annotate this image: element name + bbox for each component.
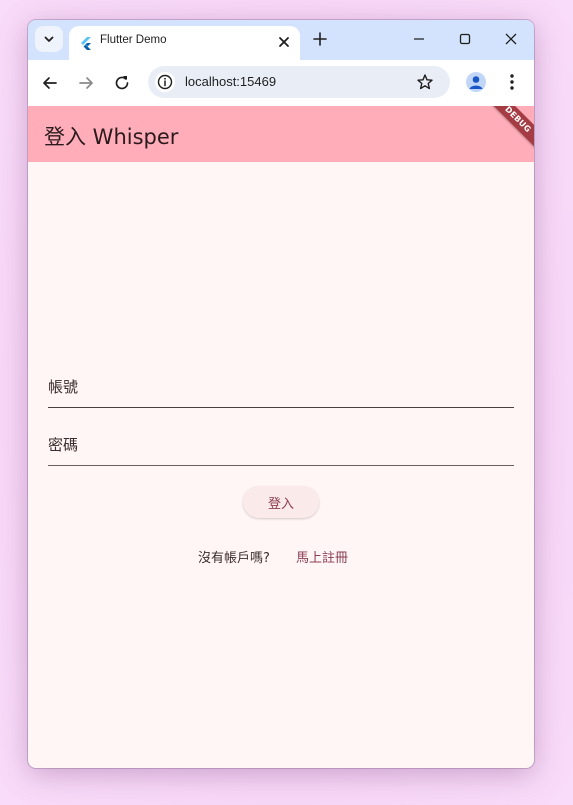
tab-flutter-demo[interactable]: Flutter Demo (69, 26, 300, 60)
tab-search-button[interactable] (35, 26, 63, 52)
close-tab-icon[interactable] (276, 34, 292, 50)
username-label: 帳號 (48, 378, 79, 396)
profile-avatar[interactable] (466, 72, 486, 92)
back-arrow-icon[interactable] (40, 73, 60, 93)
person-icon (469, 76, 483, 89)
chevron-down-icon (44, 36, 54, 42)
more-options-icon[interactable] (504, 72, 520, 92)
flutter-logo-icon (81, 37, 91, 50)
site-info-button[interactable] (155, 72, 175, 92)
app-bar: 登入 Whisper DEBUG (28, 106, 534, 162)
forward-arrow-icon[interactable] (76, 73, 96, 93)
tab-title: Flutter Demo (100, 34, 167, 46)
login-button[interactable]: 登入 (243, 486, 319, 518)
new-tab-icon[interactable] (312, 31, 328, 47)
password-field[interactable]: 密碼 (48, 426, 514, 466)
maximize-icon[interactable] (457, 31, 473, 47)
signup-link[interactable]: 馬上註冊 (296, 547, 348, 566)
address-bar[interactable]: localhost:15469 (148, 66, 450, 98)
signup-row: 沒有帳戶嗎? 馬上註冊 (28, 546, 534, 566)
minimize-icon[interactable] (411, 31, 427, 47)
signup-prompt: 沒有帳戶嗎? (198, 551, 270, 566)
bookmark-star-icon[interactable] (416, 73, 434, 91)
password-underline (48, 465, 514, 466)
debug-banner: DEBUG (477, 106, 534, 161)
username-field[interactable]: 帳號 (48, 368, 514, 408)
browser-window: Flutter Demo localhost:15469 登入 Whisper … (28, 20, 534, 768)
password-label: 密碼 (48, 436, 79, 454)
tab-strip: Flutter Demo (28, 20, 534, 60)
username-underline (48, 407, 514, 408)
close-window-icon[interactable] (503, 31, 519, 47)
reload-icon[interactable] (112, 73, 132, 93)
info-icon (157, 74, 173, 90)
browser-toolbar: localhost:15469 (28, 60, 534, 107)
url-text[interactable]: localhost:15469 (185, 74, 276, 89)
page-title: 登入 Whisper (44, 125, 179, 149)
